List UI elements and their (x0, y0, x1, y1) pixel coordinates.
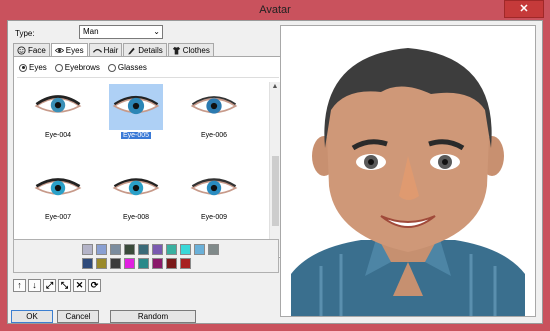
scrollbar-thumb[interactable] (272, 156, 279, 226)
color-swatch[interactable] (180, 244, 191, 255)
color-swatch[interactable] (124, 258, 135, 269)
radio-glasses[interactable]: Glasses (107, 63, 147, 72)
eye-thumbnail (31, 166, 85, 212)
flip-button[interactable]: ⟳ (88, 279, 101, 292)
color-swatch[interactable] (82, 244, 93, 255)
avatar-window: Avatar ✕ Type: Man ⌄ Face Eyes Hair Deta… (0, 0, 550, 331)
ok-button[interactable]: OK (11, 310, 53, 323)
type-select[interactable]: Man ⌄ (79, 25, 163, 39)
color-swatch[interactable] (208, 244, 219, 255)
tab-label: Face (28, 45, 46, 55)
tab-eyes[interactable]: Eyes (50, 43, 88, 57)
color-swatch[interactable] (110, 258, 121, 269)
scroll-up-icon[interactable]: ▲ (270, 82, 280, 92)
window-title: Avatar (259, 4, 291, 16)
avatar-portrait (281, 26, 535, 316)
editor-panel: Type: Man ⌄ Face Eyes Hair Details Cloth… (11, 21, 283, 325)
move-up-button[interactable]: ↑ (13, 279, 26, 292)
tab-bar: Face Eyes Hair Details Clothes (13, 43, 215, 57)
radio-dot (54, 63, 63, 72)
eye-thumbnail (187, 84, 241, 130)
type-select-value: Man (83, 27, 99, 36)
move-down-button[interactable]: ↓ (28, 279, 41, 292)
color-swatch[interactable] (152, 244, 163, 255)
tab-hair[interactable]: Hair (88, 43, 123, 56)
color-swatch[interactable] (82, 258, 93, 269)
eye-category-radios: Eyes Eyebrows Glasses (19, 63, 147, 72)
cancel-button[interactable]: Cancel (57, 310, 99, 323)
gallery-scrollbar[interactable]: ▲ ▼ (269, 82, 280, 256)
random-button[interactable]: Random (110, 310, 196, 323)
color-swatch[interactable] (152, 258, 163, 269)
gallery-item-label: Eye-004 (44, 132, 72, 139)
tab-label: Hair (103, 45, 119, 55)
radio-eyebrows[interactable]: Eyebrows (54, 63, 100, 72)
eye-thumbnail (109, 84, 163, 130)
tab-face[interactable]: Face (13, 43, 50, 56)
chevron-down-icon: ⌄ (153, 27, 160, 36)
enlarge-button[interactable]: ⤢ (43, 279, 56, 292)
shrink-button[interactable]: ⤡ (58, 279, 71, 292)
eye-thumbnail (31, 84, 85, 130)
color-palette (13, 239, 279, 273)
title-bar[interactable]: Avatar ✕ (0, 0, 550, 20)
eye-thumbnail (109, 166, 163, 212)
gallery-item-label: Eye-007 (44, 214, 72, 221)
tab-details[interactable]: Details (123, 43, 167, 56)
color-swatch[interactable] (124, 244, 135, 255)
gallery-item-label: Eye-005 (120, 132, 152, 139)
divider (17, 77, 279, 78)
color-swatch[interactable] (138, 244, 149, 255)
radio-label: Eyebrows (64, 63, 100, 72)
radio-dot (107, 63, 116, 72)
shirt-icon (172, 46, 180, 55)
gallery-item[interactable]: Eye-009 (184, 166, 244, 222)
radio-eyes[interactable]: Eyes (19, 63, 47, 72)
eyes-tab-panel: Eyes Eyebrows Glasses Eye-004 Eye-005 Ey… (13, 56, 283, 258)
radio-dot (19, 63, 27, 72)
transform-toolbar: ↑ ↓ ⤢ ⤡ ✕ ⟳ (13, 279, 101, 292)
tab-clothes[interactable]: Clothes (167, 43, 214, 56)
eye-thumbnail (187, 166, 241, 212)
gallery-item-label: Eye-006 (200, 132, 228, 139)
gallery-item-selected[interactable]: Eye-005 (106, 84, 166, 140)
close-button[interactable]: ✕ (504, 0, 544, 18)
eyebrow-icon (92, 48, 102, 53)
dialog-body: Type: Man ⌄ Face Eyes Hair Details Cloth… (7, 20, 543, 324)
color-swatch[interactable] (166, 244, 177, 255)
gallery-item-label: Eye-008 (122, 214, 150, 221)
color-swatch[interactable] (96, 258, 107, 269)
avatar-preview (280, 25, 536, 317)
gallery-item[interactable]: Eye-008 (106, 166, 166, 222)
color-swatch[interactable] (96, 244, 107, 255)
smiley-icon (17, 45, 26, 55)
color-swatch[interactable] (110, 244, 121, 255)
type-label: Type: (15, 29, 35, 38)
eye-gallery: Eye-004 Eye-005 Eye-006 Eye-007 Eye-008 … (18, 82, 268, 256)
color-swatch[interactable] (180, 258, 191, 269)
tab-label: Clothes (182, 45, 210, 55)
tab-label: Eyes (65, 46, 84, 55)
tab-label: Details (138, 45, 163, 55)
remove-button[interactable]: ✕ (73, 279, 86, 292)
color-swatch[interactable] (138, 258, 149, 269)
gallery-item-label: Eye-009 (200, 214, 228, 221)
gallery-item[interactable]: Eye-006 (184, 84, 244, 140)
eye-icon (54, 48, 64, 53)
color-swatch[interactable] (166, 258, 177, 269)
gallery-item[interactable]: Eye-007 (28, 166, 88, 222)
gallery-item[interactable]: Eye-004 (28, 84, 88, 140)
radio-label: Glasses (117, 63, 147, 72)
color-swatch[interactable] (194, 244, 205, 255)
radio-label: Eyes (29, 63, 47, 72)
pencil-icon (128, 47, 135, 55)
